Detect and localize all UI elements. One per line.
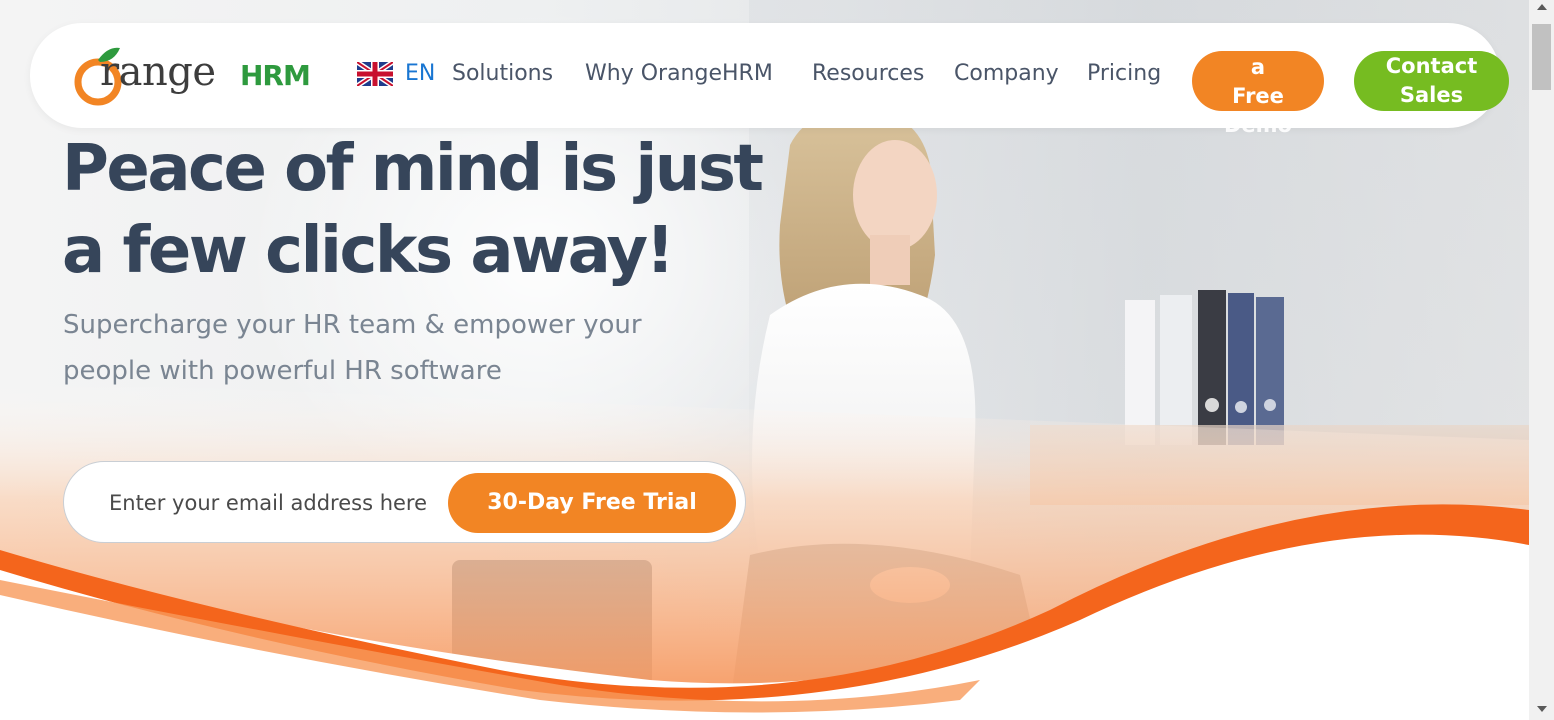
sales-label-line1: Contact [1385,54,1478,78]
headline-line-2: a few clicks away! [62,214,675,288]
language-selector[interactable]: EN [405,61,435,86]
scroll-up-arrow-icon[interactable] [1537,4,1547,10]
email-input[interactable] [109,486,439,520]
hero-subheadline: Supercharge your HR team & empower your … [63,302,703,394]
book-free-demo-button[interactable]: a Free Demo [1192,51,1324,137]
headline-line-1: Peace of mind is just [62,132,764,206]
subheadline-line-2: people with powerful HR software [63,356,502,386]
free-trial-button[interactable]: 30-Day Free Trial [448,473,736,533]
uk-flag-icon[interactable] [357,62,393,86]
decorative-waves [0,380,1529,720]
vertical-scrollbar[interactable] [1529,0,1554,720]
scrollbar-thumb[interactable] [1532,24,1551,90]
subheadline-line-1: Supercharge your HR team & empower your [63,310,642,340]
email-signup-form: 30-Day Free Trial [63,461,746,543]
scroll-down-arrow-icon[interactable] [1537,706,1547,712]
logo-text[interactable]: range [100,52,216,92]
nav-company[interactable]: Company [954,61,1059,86]
nav-solutions[interactable]: Solutions [452,61,553,86]
demo-label-line1: a [1250,55,1266,79]
sales-label-line2: Sales [1399,83,1464,107]
demo-label-line3: Demo [1224,113,1292,137]
demo-label-line2: Free [1232,84,1284,108]
nav-why-orangehrm[interactable]: Why OrangeHRM [585,61,773,86]
contact-sales-button[interactable]: Contact Sales [1354,51,1509,111]
hero-headline: Peace of mind is just a few clicks away! [62,128,764,292]
logo-brand[interactable]: HRM [240,62,311,90]
nav-resources[interactable]: Resources [812,61,924,86]
nav-pricing[interactable]: Pricing [1087,61,1161,86]
